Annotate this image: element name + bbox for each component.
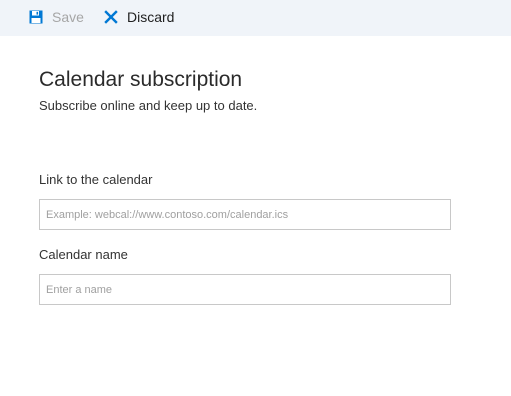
discard-label: Discard [127,9,175,25]
toolbar: Save Discard [0,0,511,36]
calendar-link-label: Link to the calendar [39,172,153,187]
page-subtitle: Subscribe online and keep up to date. [39,98,258,113]
save-button[interactable]: Save [28,0,84,34]
calendar-link-input[interactable] [39,199,451,230]
discard-button[interactable]: Discard [103,0,174,34]
calendar-name-input[interactable] [39,274,451,305]
save-icon [28,9,44,25]
page-title: Calendar subscription [39,68,243,91]
save-label: Save [52,9,84,25]
calendar-name-label: Calendar name [39,247,128,262]
close-icon [103,9,119,25]
